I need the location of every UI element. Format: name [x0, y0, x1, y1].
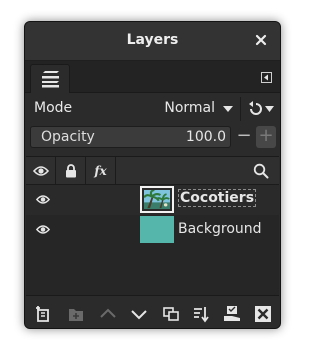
opacity-spinscale[interactable]: Opacity 100.0 — [30, 126, 231, 148]
layers-stack-icon — [42, 71, 59, 88]
mode-label: Mode — [34, 100, 73, 116]
opacity-increment-button[interactable]: + — [256, 126, 276, 148]
layers-list-header: fx — [26, 157, 279, 185]
raise-layer-icon — [100, 308, 116, 318]
layers-dialog: Layers Mode Normal Opacity 100.0 − + fx … — [24, 21, 281, 329]
visibility-eye-icon — [32, 165, 49, 176]
anchor-layer-icon — [224, 306, 240, 321]
layers-list: fx Cocotiers Background — [26, 156, 279, 296]
mode-value: Normal — [164, 100, 215, 116]
opacity-value[interactable]: 100.0 — [186, 129, 226, 145]
close-icon[interactable] — [254, 33, 268, 47]
dialog-title: Layers — [126, 32, 179, 48]
header-lock[interactable] — [56, 157, 86, 184]
tab-menu-icon[interactable] — [261, 72, 272, 83]
layer-name[interactable]: Background — [178, 221, 262, 237]
delete-layer-button[interactable] — [253, 304, 273, 324]
mode-reset-button[interactable] — [240, 97, 276, 121]
layer-name[interactable]: Cocotiers — [178, 189, 257, 207]
chevron-down-icon — [223, 106, 233, 112]
reset-icon — [249, 101, 274, 115]
lower-layer-button[interactable] — [129, 304, 149, 324]
layer-thumbnail[interactable] — [140, 186, 174, 213]
dock-tab-row — [25, 61, 280, 93]
opacity-decrement-button[interactable]: − — [234, 126, 254, 148]
header-effects[interactable]: fx — [86, 157, 116, 184]
new-layer-icon — [36, 306, 49, 322]
layer-row-background[interactable]: Background — [26, 215, 279, 245]
duplicate-layer-button[interactable] — [161, 304, 181, 324]
header-visibility[interactable] — [26, 157, 56, 184]
new-layer-group-button[interactable] — [66, 304, 86, 324]
raise-layer-button[interactable] — [98, 304, 118, 324]
merge-layer-icon — [194, 307, 209, 323]
merge-layer-button[interactable] — [191, 304, 211, 324]
mode-dropdown[interactable]: Normal — [70, 97, 237, 121]
lower-layer-icon — [131, 310, 147, 320]
search-icon[interactable] — [253, 163, 269, 179]
duplicate-layer-icon — [163, 307, 179, 321]
new-layer-group-icon — [69, 309, 83, 321]
layers-bottom-toolbar — [25, 298, 280, 328]
visibility-eye-icon[interactable] — [36, 224, 50, 235]
opacity-label: Opacity — [41, 129, 95, 145]
layer-row-cocotiers[interactable]: Cocotiers — [26, 185, 279, 215]
title-bar: Layers — [25, 22, 280, 61]
tab-layers[interactable] — [30, 64, 70, 93]
mode-row: Mode Normal — [30, 97, 275, 121]
layer-thumbnail[interactable] — [140, 216, 174, 243]
opacity-row: Opacity 100.0 − + — [30, 126, 277, 150]
lock-icon — [65, 163, 76, 177]
new-layer-button[interactable] — [33, 304, 53, 324]
palm-trees-thumbnail-image — [144, 190, 170, 209]
anchor-layer-button[interactable] — [222, 304, 242, 324]
effects-fx-icon: fx — [94, 163, 107, 178]
delete-layer-icon — [255, 306, 271, 322]
visibility-eye-icon[interactable] — [36, 194, 50, 205]
